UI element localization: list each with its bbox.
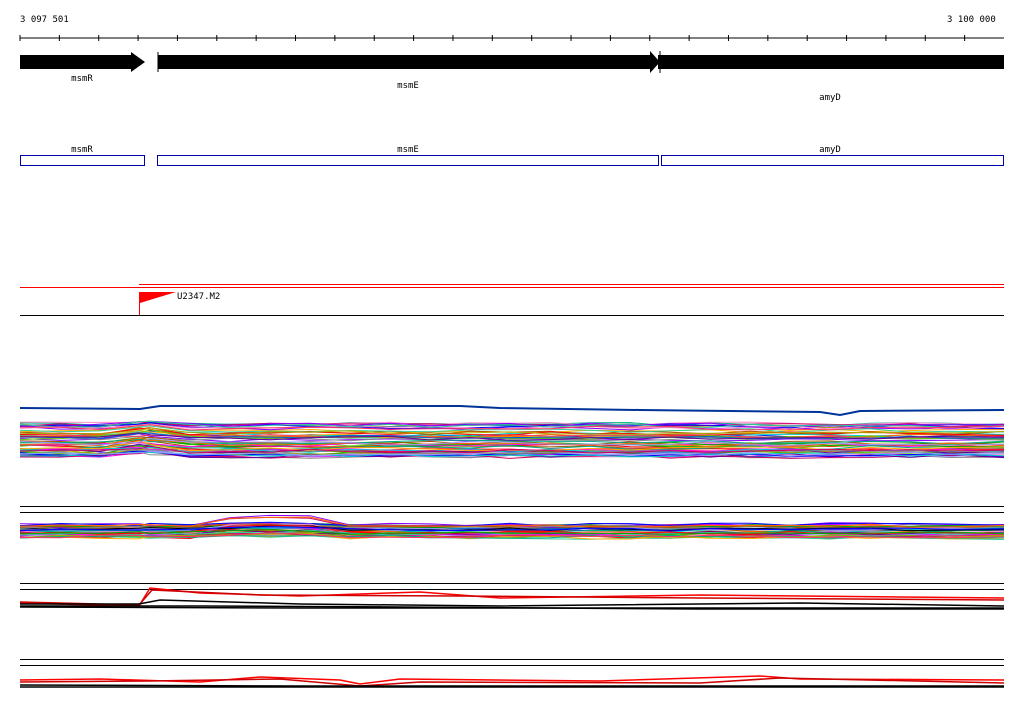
expression-profiles-redblack-2 <box>19 675 1005 688</box>
expression-profiles-redblack-1 <box>19 587 1005 610</box>
cds-box-msmR[interactable] <box>20 155 145 166</box>
gene-arrow-msmE[interactable] <box>158 51 660 73</box>
expression-profiles-multicolor-1 <box>19 405 1005 459</box>
promoter-track <box>20 284 1004 316</box>
gene-arrow-msmR[interactable] <box>20 52 145 72</box>
expression-profile-line <box>20 599 1005 607</box>
expression-profiles-multicolor-2 <box>19 514 1005 540</box>
cds-box-msmE[interactable] <box>157 155 659 166</box>
coordinate-ruler <box>19 35 1004 41</box>
gene-arrow-amyD[interactable] <box>658 55 1004 69</box>
genome-browser-canvas <box>19 35 1005 688</box>
cds-track <box>20 155 1004 166</box>
expression-profile-line <box>19 684 1004 687</box>
promoter-flag-icon[interactable] <box>140 292 176 303</box>
expression-profile-line <box>19 405 1005 417</box>
gene-track <box>20 51 1004 73</box>
cds-box-amyD[interactable] <box>661 155 1004 166</box>
